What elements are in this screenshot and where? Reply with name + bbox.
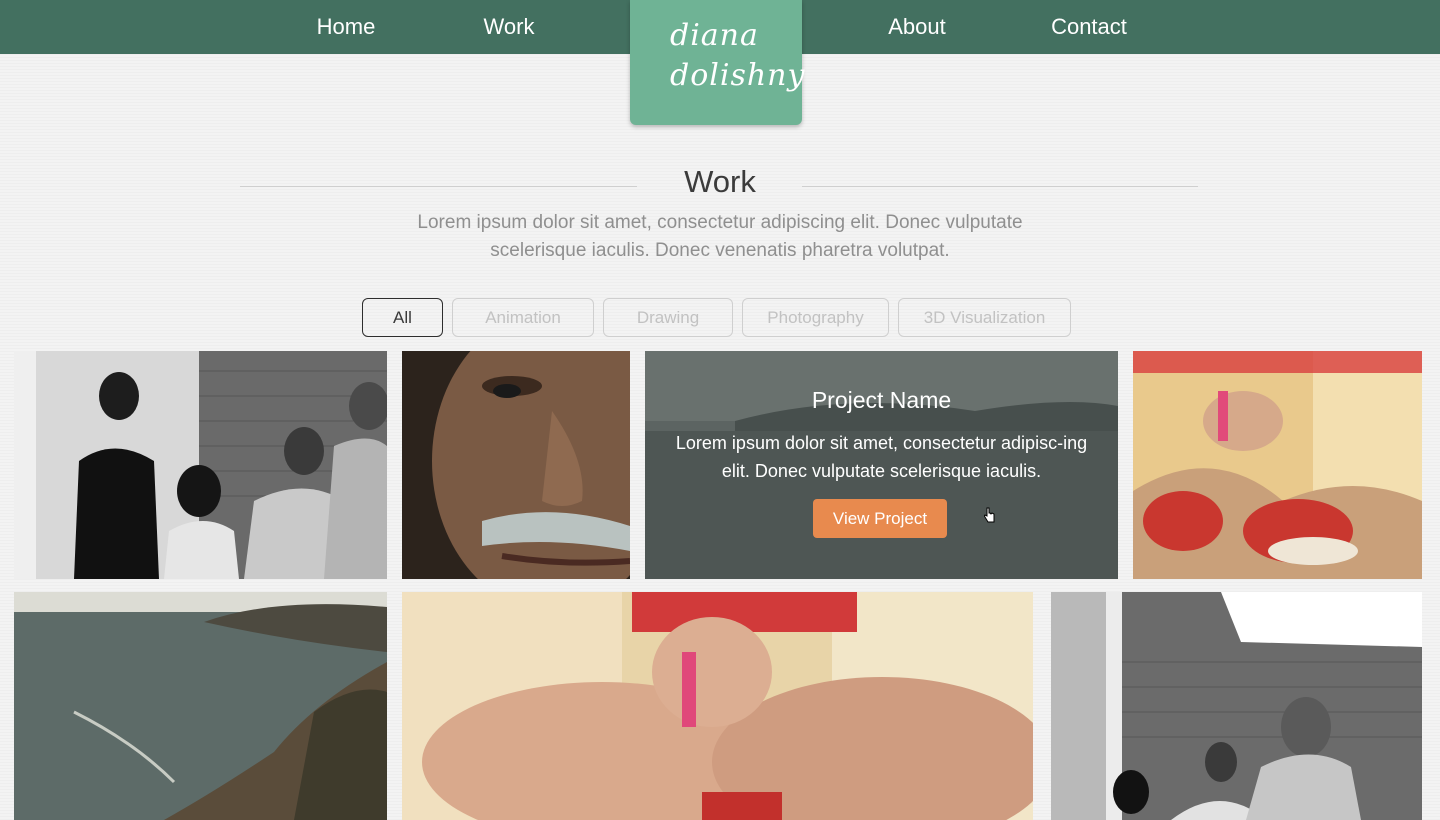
project-name: Project Name	[811, 387, 952, 413]
title-rule-right	[802, 186, 1198, 187]
page-title: Work	[684, 164, 756, 199]
nav-contact-link[interactable]: Contact	[1038, 0, 1140, 54]
logo-line-first: diana	[670, 18, 759, 53]
site-logo[interactable]: diana dolishny	[630, 0, 806, 125]
red-sneakers-closeup-photo	[402, 592, 1033, 820]
logo-line-second: dolishny	[670, 58, 806, 93]
filter-drawing-button[interactable]: Drawing	[603, 298, 733, 337]
hand-pointer-icon	[984, 507, 995, 523]
old-man-portrait-photo	[402, 351, 630, 579]
gallery-tile-portrait-photo[interactable]	[402, 351, 630, 579]
title-rule-left	[240, 186, 637, 187]
gallery-tile-sneakers-closeup[interactable]	[402, 592, 1033, 820]
section-description: Lorem ipsum dolor sit amet, consectetur …	[417, 212, 1023, 261]
gallery-tile-coastline-photo[interactable]	[14, 592, 387, 820]
gallery-tile-group-photo-2[interactable]	[1051, 592, 1422, 820]
filter-all-button[interactable]: All	[362, 298, 443, 337]
group-bw-photo	[1051, 592, 1422, 820]
nav-about-link[interactable]: About	[876, 0, 958, 54]
group-bw-photo	[14, 351, 387, 579]
nav-home-link[interactable]: Home	[306, 0, 386, 54]
view-project-button[interactable]: View Project	[813, 499, 947, 538]
filter-animation-button[interactable]: Animation	[452, 298, 594, 337]
gallery-tile-sneakers-photo[interactable]	[1133, 351, 1422, 579]
filter-photography-button[interactable]: Photography	[742, 298, 889, 337]
nav-work-link[interactable]: Work	[470, 0, 548, 54]
red-sneakers-photo	[1133, 351, 1422, 579]
project-description: Lorem ipsum dolor sit amet, consectetur …	[675, 433, 1088, 481]
coastline-photo	[14, 592, 387, 820]
gallery-tile-coastline-featured[interactable]: Project Name Lorem ipsum dolor sit amet,…	[645, 351, 1118, 579]
filter-3d-visualization-button[interactable]: 3D Visualization	[898, 298, 1071, 337]
gallery-tile-group-photo[interactable]	[14, 351, 387, 579]
